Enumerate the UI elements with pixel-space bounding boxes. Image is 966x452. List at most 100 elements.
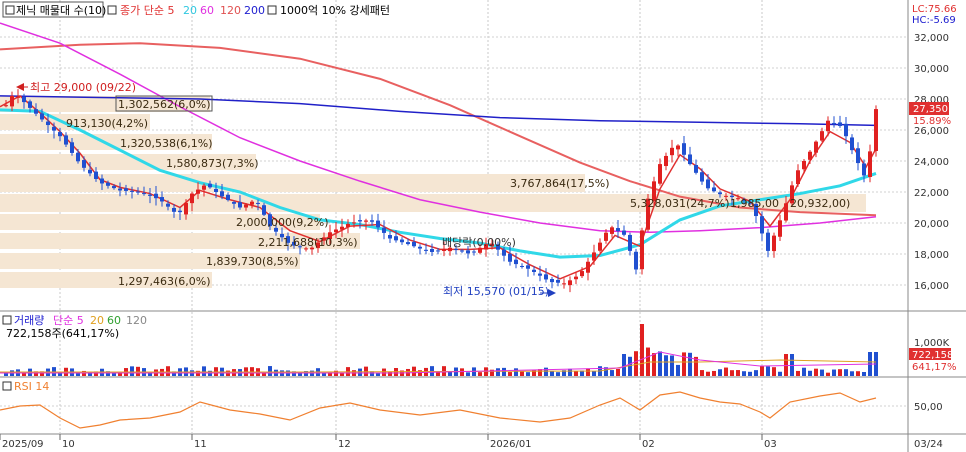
volume-bar [724, 367, 728, 376]
volume-bar [658, 351, 662, 376]
stock-chart[interactable]: 1,302,562(6,0%) 913,130(4,2%) 1,320,538(… [0, 0, 966, 452]
volume-bar [802, 367, 806, 376]
candle-body [100, 178, 104, 184]
volume-bar [826, 372, 830, 376]
volume-bar [670, 355, 674, 376]
candle-body [238, 202, 242, 208]
volume-bar [856, 371, 860, 376]
volume-bar [796, 370, 800, 376]
y-tick: 50,00 [914, 402, 943, 413]
candle-body [10, 95, 14, 107]
candle-body [640, 230, 644, 270]
checkbox-icon [267, 5, 277, 15]
candle-body [130, 190, 134, 192]
volume-bar [772, 367, 776, 376]
volume-bar [820, 369, 824, 376]
volume-change-pct: 641,17% [912, 362, 957, 373]
candle-body [784, 203, 788, 221]
volume-bar [814, 368, 818, 376]
legend-item: 1000억 10% 강세패턴 [280, 4, 390, 17]
candle-body [142, 193, 146, 195]
candle-body [658, 164, 662, 184]
candle-body [502, 249, 506, 256]
legend-item: 60 [107, 314, 121, 327]
volume-bar [460, 368, 464, 376]
volume-bar [676, 364, 680, 376]
vp-label: 2,000,000(9,2%) [236, 216, 329, 229]
legend-item: 20 [90, 314, 104, 327]
price-legend: 제닉 매물대 수(10) 종가 단순 5 20 60 120 200 1000억… [2, 1, 390, 18]
volume-bar [730, 370, 734, 376]
legend-item: 200 [244, 4, 265, 17]
candle-body [466, 250, 470, 254]
candle-body [634, 251, 638, 270]
candle-body [622, 230, 626, 235]
candle-body [460, 250, 464, 252]
x-tick: 2026/01 [490, 439, 532, 450]
candle-body [682, 143, 686, 155]
hc-label: HC:-5.69 [912, 15, 956, 26]
volume-bar [634, 351, 638, 376]
checkbox-icon [107, 5, 117, 15]
checkbox-icon [5, 5, 15, 15]
candle-body [676, 145, 680, 150]
volume-bar [700, 370, 704, 376]
vp-label: 1,297,463(6,0%) [118, 275, 211, 288]
candle-body [232, 202, 236, 204]
volume-bar [568, 368, 572, 376]
x-tick: 03 [764, 439, 777, 450]
legend-item: 단순 5 [53, 314, 84, 327]
candle-body [664, 155, 668, 167]
vp-label: 20,932,00) [790, 197, 850, 210]
candle-body [838, 122, 842, 127]
candle-body [172, 207, 176, 212]
candle-body [70, 142, 74, 153]
candle-body [808, 151, 812, 160]
volume-bar [736, 370, 740, 376]
volume-bar [616, 368, 620, 376]
candle-body [400, 239, 404, 243]
vp-bar-4 [0, 174, 585, 192]
volume-bar [166, 366, 170, 376]
volume-bar [496, 368, 500, 376]
candle-body [856, 148, 860, 164]
volume-bar [592, 371, 596, 376]
volume-bar [682, 352, 686, 376]
candle-body [88, 169, 92, 174]
candle-body [760, 216, 764, 234]
volume-bar [838, 369, 842, 376]
volume-bar [844, 369, 848, 376]
current-volume: 722,158 [912, 350, 953, 361]
vp-label: 1,580,873(7,3%) [166, 157, 259, 170]
candle-body [718, 192, 722, 195]
candle-body [250, 201, 254, 205]
candle-body [700, 172, 704, 182]
chart-canvas[interactable]: 1,302,562(6,0%) 913,130(4,2%) 1,320,538(… [0, 0, 966, 452]
candle-body [670, 147, 674, 156]
volume-bar [610, 370, 614, 376]
time-axis[interactable]: 2025/09 10 11 12 2026/01 02 03 03/24 [0, 434, 943, 450]
candle-body [202, 185, 206, 190]
vp-label: 3,767,864(17,5%) [510, 177, 610, 190]
volume-bar [502, 367, 506, 376]
legend-item: 거래량 [14, 314, 44, 327]
price-axis[interactable]: LC:75.66 HC:-5.69 32,000 30,000 28,000 2… [909, 4, 957, 292]
volume-axis: 1,000K 722,158 641,17% [909, 338, 957, 373]
volume-bar [622, 354, 626, 376]
x-tick: 10 [62, 439, 75, 450]
candle-body [520, 265, 524, 267]
candle-body [628, 234, 632, 251]
candle-body [76, 152, 80, 162]
candle-body [94, 171, 98, 179]
candle-body [538, 273, 542, 276]
legend-item: 120 [220, 4, 241, 17]
y-tick: 16,000 [914, 281, 949, 292]
candle-body [454, 248, 458, 250]
candle-body [610, 227, 614, 234]
candle-body [166, 203, 170, 207]
x-tick-current: 03/24 [914, 439, 943, 450]
volume-bar [418, 370, 422, 376]
volume-bar [136, 366, 140, 376]
volume-bar [514, 368, 518, 376]
vp-label: 5,328,031(24,7%) [630, 197, 730, 210]
